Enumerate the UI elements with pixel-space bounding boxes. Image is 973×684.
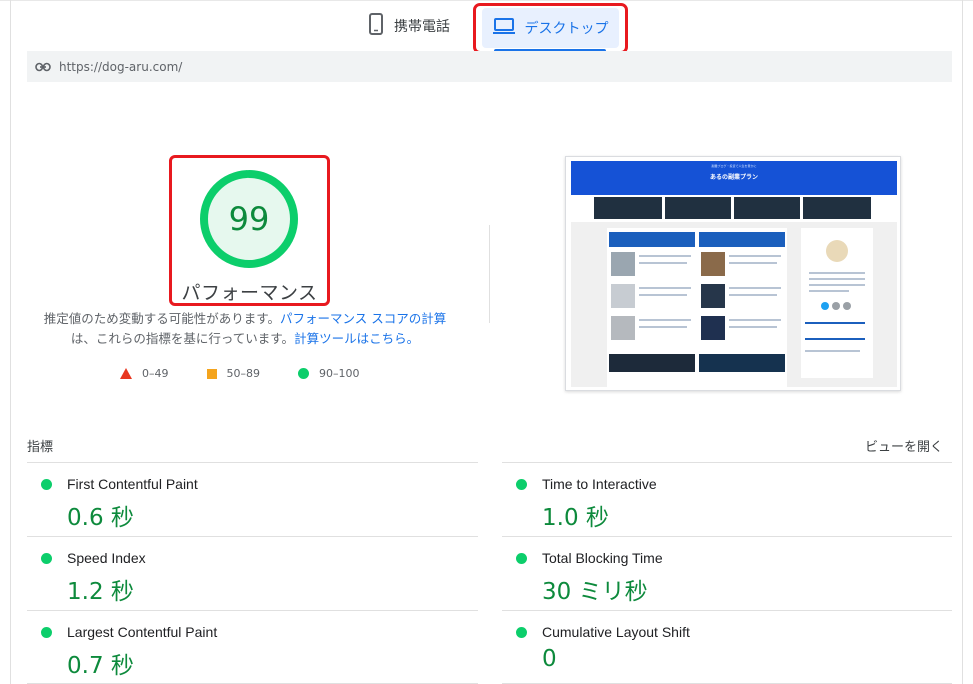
pass-circle-icon <box>516 479 527 490</box>
thumb-site-header: 副業ブログ・投資で人生を豊かに あるの副業プラン <box>571 161 897 192</box>
thumb-section-banner <box>609 354 695 372</box>
square-icon <box>206 368 217 379</box>
pass-circle-icon <box>516 627 527 638</box>
thumb-text <box>639 294 687 296</box>
thumb-text <box>805 350 860 352</box>
pass-circle-icon <box>41 553 52 564</box>
thumb-article-image <box>611 316 635 340</box>
thumb-article-image <box>701 316 725 340</box>
phone-icon <box>368 13 384 39</box>
metric-value: 1.0 秒 <box>542 505 609 531</box>
thumb-category <box>734 197 800 219</box>
metric-total-blocking-time: Total Blocking Time 30 ミリ秒 <box>502 537 932 610</box>
pass-circle-icon <box>41 479 52 490</box>
metric-name: Largest Contentful Paint <box>67 624 218 640</box>
view-toggle[interactable]: ビューを開く <box>865 436 943 455</box>
thumb-nav <box>571 192 897 195</box>
thumb-text <box>639 262 687 264</box>
url-bar: https://dog-aru.com/ <box>27 51 952 82</box>
pass-circle-icon <box>41 627 52 638</box>
triangle-icon <box>120 368 132 379</box>
thumb-section-banner <box>699 232 785 247</box>
metric-name: Time to Interactive <box>542 476 657 492</box>
metric-value: 0 <box>542 646 557 672</box>
metric-first-contentful-paint: First Contentful Paint 0.6 秒 <box>27 463 457 536</box>
thumb-text <box>729 255 781 257</box>
thumb-text <box>729 326 777 328</box>
legend-pass-label: 90–100 <box>319 367 360 380</box>
score-calc-link[interactable]: パフォーマンス スコアの計算 <box>280 311 446 326</box>
performance-title: パフォーマンス <box>181 282 318 304</box>
metrics-heading: 指標 <box>27 440 54 455</box>
thumb-social-icon <box>843 302 851 310</box>
thumb-profile-avatar <box>826 240 848 262</box>
thumb-text <box>729 262 777 264</box>
thumb-category <box>594 197 662 219</box>
desc-text-2: は、これらの指標を基に行っています。 <box>70 331 295 346</box>
legend-pass: 90–100 <box>298 367 360 380</box>
metric-value: 1.2 秒 <box>67 579 134 605</box>
tab-mobile-label: 携帯電話 <box>394 19 450 35</box>
metric-name: Speed Index <box>67 550 146 566</box>
thumb-text <box>809 272 865 274</box>
pass-circle-icon <box>516 553 527 564</box>
thumb-section-banner <box>609 232 695 247</box>
thumb-social-icon <box>821 302 829 310</box>
metric-value: 0.6 秒 <box>67 505 134 531</box>
thumb-article-image <box>611 252 635 276</box>
thumb-section-banner <box>699 354 785 372</box>
thumb-text <box>809 290 849 292</box>
thumb-text <box>729 294 777 296</box>
thumb-social-icon <box>832 302 840 310</box>
desktop-icon <box>492 17 515 39</box>
metric-time-to-interactive: Time to Interactive 1.0 秒 <box>502 463 932 536</box>
thumb-body <box>571 222 897 388</box>
divider <box>489 225 490 323</box>
page-screenshot: 副業ブログ・投資で人生を豊かに あるの副業プラン <box>565 156 901 391</box>
thumb-text <box>729 319 781 321</box>
thumb-text <box>639 326 687 328</box>
metric-largest-contentful-paint: Largest Contentful Paint 0.7 秒 <box>27 611 457 684</box>
legend-fail: 0–49 <box>120 367 169 380</box>
calculator-link[interactable]: 計算ツールはこちら。 <box>294 331 419 346</box>
thumb-article-image <box>701 252 725 276</box>
metric-name: Total Blocking Time <box>542 550 663 566</box>
thumb-text <box>805 322 865 324</box>
tested-url: https://dog-aru.com/ <box>59 59 183 74</box>
thumb-text <box>729 287 781 289</box>
thumb-category <box>665 197 731 219</box>
metric-speed-index: Speed Index 1.2 秒 <box>27 537 457 610</box>
thumb-site-subtitle: 副業ブログ・投資で人生を豊かに <box>711 164 757 168</box>
metric-value: 0.7 秒 <box>67 653 134 679</box>
performance-gauge[interactable]: 99 パフォーマンス <box>169 155 330 306</box>
thumb-text <box>639 287 691 289</box>
thumb-text <box>809 278 865 280</box>
legend-average-label: 50–89 <box>226 367 261 380</box>
desc-text-1: 推定値のため変動する可能性があります。 <box>43 311 281 326</box>
metric-cumulative-layout-shift: Cumulative Layout Shift 0 <box>502 611 932 684</box>
thumb-site-title: あるの副業プラン <box>709 174 758 181</box>
thumb-text <box>809 284 865 286</box>
thumb-article-image <box>701 284 725 308</box>
link-icon <box>35 57 51 76</box>
metric-value: 30 ミリ秒 <box>542 579 648 605</box>
tab-desktop-label: デスクトップ <box>524 21 609 37</box>
legend-average: 50–89 <box>206 367 261 380</box>
score-legend: 0–49 50–89 90–100 <box>120 367 398 380</box>
score-description: 推定値のため変動する可能性があります。パフォーマンス スコアの計算 は、これらの… <box>40 309 450 349</box>
thumb-category <box>803 197 871 219</box>
thumb-text <box>639 255 691 257</box>
thumb-text <box>805 338 865 340</box>
thumb-text <box>639 319 691 321</box>
metric-name: First Contentful Paint <box>67 476 198 492</box>
thumb-article-image <box>611 284 635 308</box>
metric-name: Cumulative Layout Shift <box>542 624 690 640</box>
circle-icon <box>298 368 309 379</box>
legend-fail-label: 0–49 <box>142 367 169 380</box>
tab-desktop[interactable]: デスクトップ <box>473 3 628 54</box>
tab-mobile[interactable]: 携帯電話 <box>368 12 450 40</box>
performance-score: 99 <box>228 200 270 238</box>
